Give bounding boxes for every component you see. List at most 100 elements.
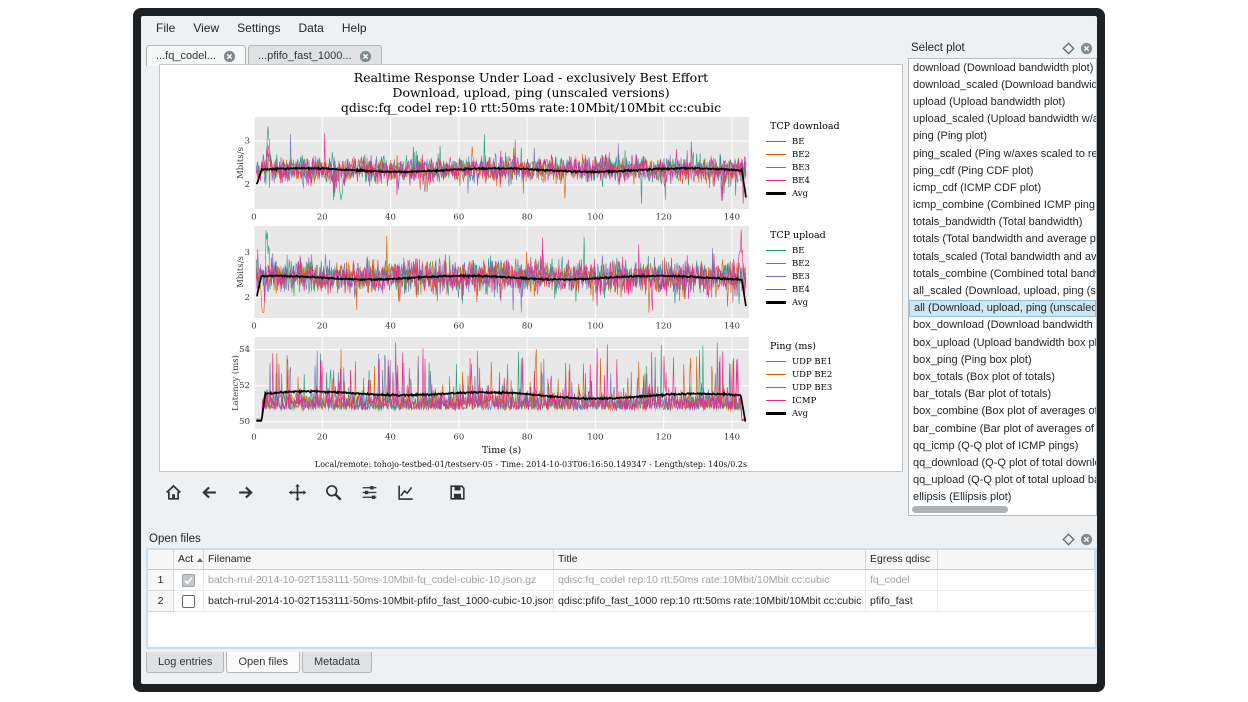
tab-close-icon[interactable] xyxy=(359,50,372,63)
active-checkbox[interactable] xyxy=(182,574,195,587)
select-plot-dock-title: Select plot xyxy=(911,42,1058,54)
egress-qdisc-cell: pfifo_fast xyxy=(866,591,938,612)
open-files-content: Act Filename Title Egress qdisc 1 batch-rrul-… xyxy=(146,548,1097,649)
active-checkbox[interactable] xyxy=(182,595,195,608)
plot-list-item[interactable]: qq_icmp (Q-Q plot of ICMP pings) xyxy=(909,437,1096,454)
plot-list-item[interactable]: ping (Ping plot) xyxy=(909,128,1096,145)
row-number: 1 xyxy=(148,570,174,591)
plot-list-item[interactable]: ellipsis (Ellipsis plot) xyxy=(909,489,1096,506)
column-header-label: Act xyxy=(178,553,193,565)
pan-button[interactable] xyxy=(283,481,312,510)
column-header-filler xyxy=(938,550,1095,570)
plot-list-item[interactable]: box_upload (Upload bandwidth box plot) xyxy=(909,334,1096,351)
plot-list-item[interactable]: icmp_combine (Combined ICMP ping plot) xyxy=(909,197,1096,214)
mpl-toolbar xyxy=(159,478,472,512)
dock-close-icon[interactable] xyxy=(1079,532,1094,547)
tab-label: ...pfifo_fast_1000... xyxy=(258,50,352,62)
toolbar-separator xyxy=(267,478,276,512)
plot-list-item[interactable]: box_totals (Box plot of totals) xyxy=(909,368,1096,385)
tabbar: ...fq_codel... ...pfifo_fast_1000... xyxy=(146,43,382,66)
bottom-tab-log-entries[interactable]: Log entries xyxy=(146,652,224,673)
customize-button[interactable] xyxy=(391,481,420,510)
column-header-act[interactable]: Act xyxy=(174,550,204,570)
menu-file[interactable]: File xyxy=(147,18,184,38)
plot-tab-2[interactable]: ...pfifo_fast_1000... xyxy=(248,45,382,66)
horizontal-scrollbar[interactable] xyxy=(912,506,1008,513)
plot-list-item[interactable]: upload (Upload bandwidth plot) xyxy=(909,93,1096,110)
plot-list-item[interactable]: all_scaled (Download, upload, ping (scal… xyxy=(909,282,1096,299)
plot-list-item[interactable]: download_scaled (Download bandwidth w/ax… xyxy=(909,76,1096,93)
zoom-icon xyxy=(324,483,343,507)
back-button[interactable] xyxy=(195,481,224,510)
plot-tab-1[interactable]: ...fq_codel... xyxy=(146,45,246,66)
title-cell: qdisc:fq_codel rep:10 rtt:50ms rate:10Mb… xyxy=(554,570,866,591)
column-header-title[interactable]: Title xyxy=(554,550,866,570)
plot-list-item[interactable]: totals_scaled (Total bandwidth and avera… xyxy=(909,248,1096,265)
column-header-egress-qdisc[interactable]: Egress qdisc xyxy=(866,550,938,570)
home-button[interactable] xyxy=(159,481,188,510)
menu-help[interactable]: Help xyxy=(333,18,376,38)
plot-list-item[interactable]: totals (Total bandwidth and average ping… xyxy=(909,231,1096,248)
bottom-tabbar: Log entriesOpen filesMetadata xyxy=(146,652,372,673)
app-window: FileViewSettingsDataHelp ...fq_codel....… xyxy=(133,8,1105,692)
save-button[interactable] xyxy=(443,481,472,510)
zoom-button[interactable] xyxy=(319,481,348,510)
plot-list-item[interactable]: box_ping (Ping box plot) xyxy=(909,351,1096,368)
plot-list-item[interactable]: box_combine (Box plot of averages of sev… xyxy=(909,403,1096,420)
plot-list-item[interactable]: qq_upload (Q-Q plot of total upload band… xyxy=(909,472,1096,489)
filler-cell xyxy=(938,570,1095,591)
forward-icon xyxy=(236,483,255,507)
plot-list-item[interactable]: qq_download (Q-Q plot of total download … xyxy=(909,454,1096,471)
column-header-filename[interactable]: Filename xyxy=(204,550,554,570)
plot-list-item[interactable]: download (Download bandwidth plot) xyxy=(909,59,1096,76)
tab-label: ...fq_codel... xyxy=(156,50,216,62)
table-corner-header xyxy=(148,550,174,570)
active-checkbox-cell xyxy=(174,570,204,591)
subplots-button[interactable] xyxy=(355,481,384,510)
column-header-label: Filename xyxy=(208,553,251,565)
sort-ascending-icon xyxy=(197,558,203,562)
row-number: 2 xyxy=(148,591,174,612)
plot-list-item[interactable]: icmp_cdf (ICMP CDF plot) xyxy=(909,179,1096,196)
plot-list-item[interactable]: totals_bandwidth (Total bandwidth) xyxy=(909,214,1096,231)
plot-list-item[interactable]: ping_scaled (Ping w/axes scaled to remov… xyxy=(909,145,1096,162)
column-header-label: Egress qdisc xyxy=(870,553,930,565)
menu-settings[interactable]: Settings xyxy=(228,18,289,38)
pan-icon xyxy=(288,483,307,507)
customize-icon xyxy=(396,483,415,507)
select-plot-dock: Select plot download (Download bandwidth… xyxy=(908,38,1097,538)
home-icon xyxy=(164,483,183,507)
forward-button[interactable] xyxy=(231,481,260,510)
select-plot-dock-header: Select plot xyxy=(908,38,1097,58)
back-icon xyxy=(200,483,219,507)
figure-title-line-1: Realtime Response Under Load - exclusive… xyxy=(160,70,902,85)
figure-title-line-2: Download, upload, ping (unscaled version… xyxy=(160,85,902,100)
figure-canvas[interactable] xyxy=(160,107,904,459)
title-cell: qdisc:pfifo_fast_1000 rep:10 rtt:50ms ra… xyxy=(554,591,866,612)
app-surface: FileViewSettingsDataHelp ...fq_codel....… xyxy=(141,16,1097,684)
bottom-tab-open-files[interactable]: Open files xyxy=(226,652,300,673)
dock-float-icon[interactable] xyxy=(1061,532,1076,547)
subplots-icon xyxy=(360,483,379,507)
dock-close-icon[interactable] xyxy=(1079,41,1094,56)
plot-list-item[interactable]: bar_combine (Bar plot of averages of sev… xyxy=(909,420,1096,437)
tab-close-icon[interactable] xyxy=(223,50,236,63)
plot-list: download (Download bandwidth plot)downlo… xyxy=(908,58,1097,516)
menu-data[interactable]: Data xyxy=(290,18,333,38)
plot-list-item[interactable]: bar_totals (Bar plot of totals) xyxy=(909,386,1096,403)
open-files-table: Act Filename Title Egress qdisc 1 batch-rrul-… xyxy=(148,550,1095,612)
plot-list-item[interactable]: upload_scaled (Upload bandwidth w/axes s… xyxy=(909,111,1096,128)
plot-list-item[interactable]: box_download (Download bandwidth box plo… xyxy=(909,317,1096,334)
plot-list-item[interactable]: all (Download, upload, ping (unscaled ve… xyxy=(909,300,1096,317)
filename-cell: batch-rrul-2014-10-02T153111-50ms-10Mbit… xyxy=(204,570,554,591)
column-header-label: Title xyxy=(558,553,577,565)
active-checkbox-cell xyxy=(174,591,204,612)
bottom-tab-metadata[interactable]: Metadata xyxy=(302,652,372,673)
figure-footer: Local/remote: tohojo-testbed-01/testserv… xyxy=(160,460,902,469)
dock-float-icon[interactable] xyxy=(1061,41,1076,56)
plot-list-item[interactable]: totals_combine (Combined total bandwidth… xyxy=(909,265,1096,282)
filename-cell: batch-rrul-2014-10-02T153111-50ms-10Mbit… xyxy=(204,591,554,612)
menu-view[interactable]: View xyxy=(184,18,228,38)
plot-panel: Realtime Response Under Load - exclusive… xyxy=(159,64,903,472)
plot-list-item[interactable]: ping_cdf (Ping CDF plot) xyxy=(909,162,1096,179)
